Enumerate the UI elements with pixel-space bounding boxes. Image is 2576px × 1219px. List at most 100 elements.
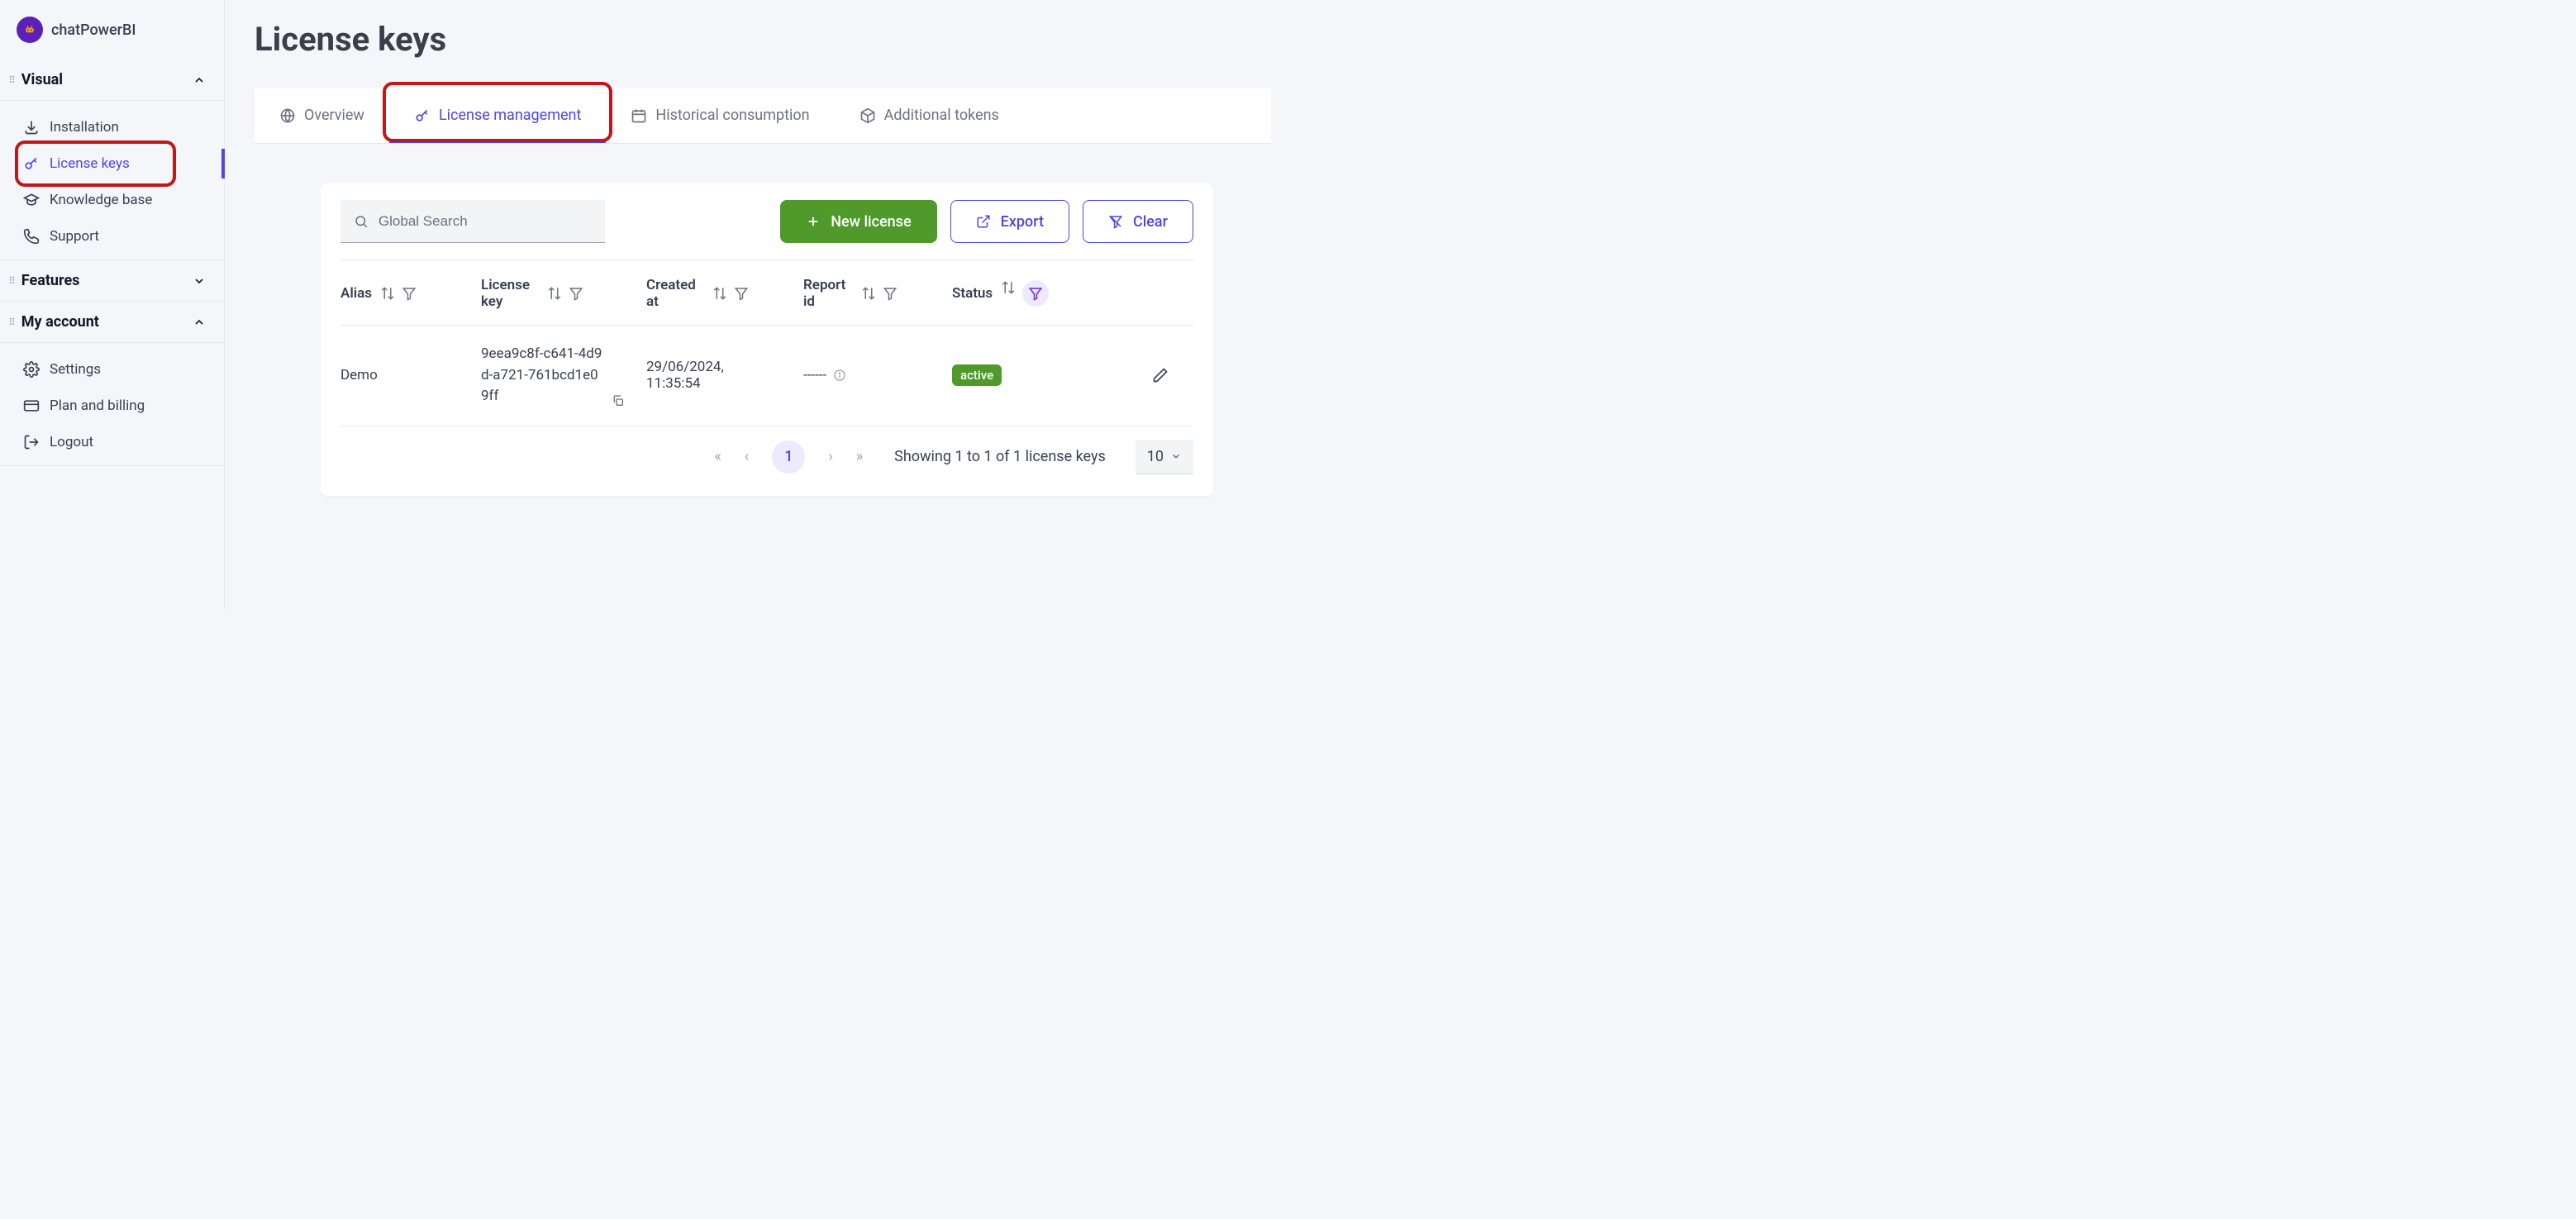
search-input[interactable] <box>379 213 592 230</box>
filter-icon[interactable] <box>883 286 898 301</box>
sort-icon[interactable] <box>547 286 562 301</box>
page-first-button[interactable]: « <box>714 448 721 465</box>
tab-historical-consumption[interactable]: Historical consumption <box>606 88 834 143</box>
sidebar-item-logout[interactable]: Logout <box>0 424 224 460</box>
button-label: New license <box>831 213 911 231</box>
sort-icon[interactable] <box>380 286 395 301</box>
graduation-cap-icon <box>23 192 40 208</box>
col-label: Status <box>952 285 993 302</box>
chevron-up-icon <box>193 74 206 87</box>
sidebar-item-installation[interactable]: Installation <box>0 109 224 145</box>
col-alias: Alias <box>340 285 481 302</box>
tab-label: Historical consumption <box>655 107 809 124</box>
col-license-key: License key <box>481 277 646 310</box>
sidebar-item-support[interactable]: Support <box>0 218 224 255</box>
sidebar-item-settings[interactable]: Settings <box>0 351 224 388</box>
col-status: Status <box>952 280 1076 307</box>
table-row: Demo 9eea9c8f-c641-4d9d-a721-761bcd1e09f… <box>340 326 1193 426</box>
tab-label: License management <box>439 107 581 124</box>
clear-button[interactable]: Clear <box>1083 200 1193 243</box>
tab-label: Additional tokens <box>884 107 999 124</box>
cell-actions <box>1076 367 1193 383</box>
status-badge: active <box>952 364 1002 386</box>
content-panel: New license Export Clear Alias <box>321 183 1213 496</box>
col-report-id: Report id <box>803 277 952 310</box>
nav-items-account: Settings Plan and billing Logout <box>0 343 224 466</box>
sidebar-item-label: License keys <box>50 155 130 172</box>
tab-label: Overview <box>304 107 364 124</box>
cell-report-id: ------ <box>803 367 952 383</box>
page-title: License keys <box>255 20 1271 59</box>
download-icon <box>23 119 40 136</box>
table-header: Alias License key Cr <box>340 260 1193 326</box>
col-created-at: Created at <box>646 277 803 310</box>
drag-handle-icon: ⠿ <box>8 74 17 86</box>
filter-icon[interactable] <box>569 286 583 301</box>
cell-created-at: 29/06/2024, 11:35:54 <box>646 359 803 392</box>
col-label: License key <box>481 277 539 310</box>
nav-section-title: Visual <box>21 71 63 88</box>
sidebar-item-knowledge-base[interactable]: Knowledge base <box>0 182 224 218</box>
page-prev-button[interactable]: ‹ <box>745 448 749 465</box>
filter-icon[interactable] <box>402 286 417 301</box>
sidebar-item-label: Settings <box>50 361 101 378</box>
page-size-select[interactable]: 10 <box>1136 440 1193 474</box>
sidebar-item-label: Support <box>50 228 99 245</box>
page-next-button[interactable]: › <box>828 448 832 465</box>
page-last-button[interactable]: » <box>856 448 863 465</box>
sidebar-item-plan-billing[interactable]: Plan and billing <box>0 388 224 424</box>
key-icon <box>414 107 431 124</box>
credit-card-icon <box>23 398 40 414</box>
sort-icon[interactable] <box>861 286 876 301</box>
nav-section-visual[interactable]: ⠿ Visual <box>0 60 224 101</box>
pagination-info: Showing 1 to 1 of 1 license keys <box>894 448 1106 465</box>
cube-icon <box>859 107 876 124</box>
nav-section-title: Features <box>21 272 80 289</box>
nav-section-title: My account <box>21 313 99 331</box>
filter-icon <box>1028 286 1043 301</box>
key-icon <box>23 155 40 172</box>
page-current[interactable]: 1 <box>772 440 805 474</box>
pagination: « ‹ 1 › » Showing 1 to 1 of 1 license ke… <box>340 426 1193 479</box>
col-label: Report id <box>803 277 853 310</box>
sidebar-item-label: Installation <box>50 119 119 136</box>
sidebar: chatPowerBI ⠿ Visual Installation Licens… <box>0 0 225 609</box>
sort-icon[interactable] <box>1001 280 1016 295</box>
logout-icon <box>23 434 40 450</box>
chevron-up-icon <box>193 316 206 329</box>
nav-section-my-account[interactable]: ⠿ My account <box>0 302 224 343</box>
tab-additional-tokens[interactable]: Additional tokens <box>835 88 1024 143</box>
nav-items-visual: Installation License keys Knowledge base… <box>0 101 224 260</box>
export-button[interactable]: Export <box>950 200 1069 243</box>
col-label: Alias <box>340 285 372 302</box>
global-search[interactable] <box>340 200 605 243</box>
toolbar: New license Export Clear <box>340 200 1193 243</box>
external-link-icon <box>976 214 991 229</box>
main: License keys Overview License management… <box>225 0 1288 609</box>
filter-clear-icon <box>1108 214 1123 229</box>
plus-icon <box>806 214 821 229</box>
nav-section-features[interactable]: ⠿ Features <box>0 260 224 302</box>
chevron-down-icon <box>1170 450 1182 462</box>
search-icon <box>354 213 369 230</box>
brand-name: chatPowerBI <box>51 21 136 39</box>
copy-icon[interactable] <box>612 394 625 407</box>
button-label: Clear <box>1133 213 1168 231</box>
brand[interactable]: chatPowerBI <box>0 0 224 60</box>
new-license-button[interactable]: New license <box>780 200 936 243</box>
tab-license-management[interactable]: License management <box>389 88 606 143</box>
filter-icon[interactable] <box>734 286 749 301</box>
page-size-value: 10 <box>1147 448 1164 465</box>
gear-icon <box>23 361 40 378</box>
filter-active-chip[interactable] <box>1022 280 1049 307</box>
sidebar-item-license-keys[interactable]: License keys <box>0 145 224 182</box>
phone-icon <box>23 228 40 245</box>
calendar-icon <box>631 107 647 124</box>
info-icon[interactable] <box>833 369 846 382</box>
cell-license-key: 9eea9c8f-c641-4d9d-a721-761bcd1e09ff <box>481 344 646 407</box>
tab-overview[interactable]: Overview <box>255 88 389 143</box>
edit-icon[interactable] <box>1152 367 1169 383</box>
cell-alias: Demo <box>340 367 481 383</box>
sort-icon[interactable] <box>712 286 727 301</box>
chevron-down-icon <box>193 274 206 288</box>
